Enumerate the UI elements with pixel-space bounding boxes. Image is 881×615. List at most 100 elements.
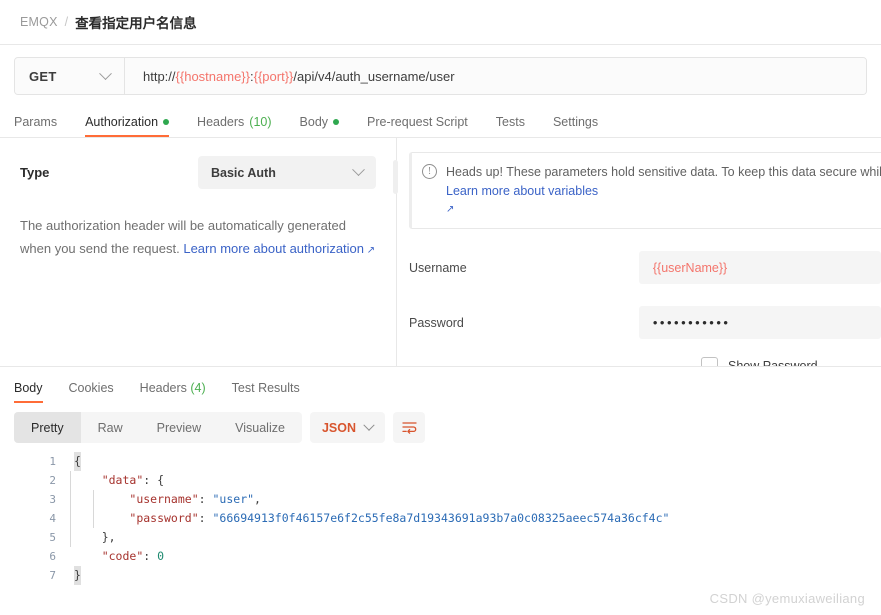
username-input[interactable]: {{userName}} bbox=[638, 251, 881, 285]
json-punctuation: : bbox=[198, 492, 213, 506]
request-tab-label: Settings bbox=[552, 115, 599, 129]
authorization-panel: Type Basic Auth The authorization header… bbox=[0, 138, 881, 366]
request-tab-headers[interactable]: Headers (10) bbox=[183, 115, 285, 137]
code-line: 5 }, bbox=[30, 528, 881, 547]
url-variable-hostname: {{hostname}} bbox=[175, 68, 250, 84]
password-masked-value: ••••••••••• bbox=[652, 315, 731, 331]
request-tab-tests[interactable]: Tests bbox=[482, 115, 539, 137]
code-line: 1{ bbox=[30, 452, 881, 471]
response-tab-headers[interactable]: Headers (4) bbox=[127, 381, 219, 403]
code-line: 7} bbox=[30, 566, 881, 585]
response-format-select[interactable]: JSON bbox=[309, 412, 385, 443]
request-tabs: Params Authorization Headers (10) Body Pre-r… bbox=[0, 105, 881, 138]
line-number: 1 bbox=[49, 455, 56, 468]
show-password-label[interactable]: Show Password bbox=[728, 359, 818, 366]
request-tab-pre-request-script[interactable]: Pre-request Script bbox=[353, 115, 482, 137]
json-key: "code" bbox=[101, 549, 144, 563]
code-line-content bbox=[74, 509, 129, 528]
auth-type-label: Type bbox=[20, 165, 50, 180]
json-punctuation: : bbox=[143, 473, 158, 487]
learn-more-variables-link[interactable]: Learn more about variables bbox=[446, 182, 881, 201]
breadcrumb-separator: / bbox=[64, 15, 69, 29]
json-string: "66694913f0f46157e6f2c55fe8a7d19343691a9… bbox=[212, 511, 670, 525]
json-punctuation: , bbox=[254, 492, 261, 506]
json-number: 0 bbox=[157, 549, 165, 563]
password-input[interactable]: ••••••••••• bbox=[638, 306, 881, 340]
learn-more-authorization-link[interactable]: Learn more about authorization bbox=[183, 241, 364, 256]
chevron-down-icon bbox=[99, 66, 112, 80]
response-view-toolbar: Pretty Raw Preview Visualize JSON bbox=[0, 403, 881, 443]
code-line: 3 "username": "user", bbox=[30, 490, 881, 509]
request-tab-settings[interactable]: Settings bbox=[539, 115, 612, 137]
auth-type-pane: Type Basic Auth The authorization header… bbox=[0, 138, 396, 366]
method-select[interactable]: GET bbox=[15, 58, 125, 94]
code-line: 2 "data": { bbox=[30, 471, 881, 490]
view-option-raw[interactable]: Raw bbox=[81, 412, 140, 443]
request-tab-authorization[interactable]: Authorization bbox=[71, 115, 183, 137]
response-tab-label: Test Results bbox=[231, 381, 300, 395]
url-bar-row: GET http://{{hostname}}: {{port}}/api/v4/… bbox=[0, 45, 881, 105]
indent-guide bbox=[70, 471, 71, 547]
external-link-icon: ↗ bbox=[364, 244, 376, 256]
view-option-visualize[interactable]: Visualize bbox=[218, 412, 302, 443]
response-tab-test-results[interactable]: Test Results bbox=[219, 381, 313, 403]
json-punctuation: : bbox=[143, 549, 158, 563]
watermark: CSDN @yemuxiaweiliang bbox=[709, 591, 865, 606]
show-password-checkbox[interactable] bbox=[701, 357, 718, 366]
response-tab-cookies[interactable]: Cookies bbox=[56, 381, 127, 403]
chevron-down-icon bbox=[363, 419, 375, 431]
url-variable-port: {{port}} bbox=[253, 68, 294, 84]
notice-text-block: Heads up! These parameters hold sensitiv… bbox=[446, 163, 881, 217]
url-input[interactable]: http://{{hostname}}: {{port}}/api/v4/auth… bbox=[125, 58, 866, 94]
auth-helper-text: The authorization header will be automat… bbox=[20, 215, 376, 261]
json-key: "password" bbox=[129, 511, 199, 525]
json-punctuation: { bbox=[157, 473, 165, 487]
request-tab-params[interactable]: Params bbox=[14, 115, 71, 137]
line-number: 3 bbox=[49, 493, 56, 506]
json-brace: } bbox=[74, 566, 81, 585]
password-row: Password ••••••••••• bbox=[409, 306, 881, 340]
request-tab-label: Headers bbox=[197, 115, 245, 129]
line-number: 4 bbox=[49, 512, 56, 525]
sensitive-data-notice: ! Heads up! These parameters hold sensit… bbox=[409, 152, 881, 230]
response-view-segmented: Pretty Raw Preview Visualize bbox=[14, 412, 302, 443]
view-option-preview[interactable]: Preview bbox=[140, 412, 218, 443]
code-line: 4 "password": "66694913f0f46157e6f2c55fe… bbox=[30, 509, 881, 528]
breadcrumb: EMQX / 查看指定用户名信息 bbox=[0, 0, 881, 45]
json-key: "data" bbox=[101, 473, 144, 487]
line-number: 5 bbox=[49, 531, 56, 544]
json-string: "user" bbox=[212, 492, 255, 506]
url-bar: GET http://{{hostname}}: {{port}}/api/v4/… bbox=[14, 57, 867, 95]
modified-indicator-dot bbox=[333, 119, 340, 125]
auth-type-select[interactable]: Basic Auth bbox=[198, 156, 376, 189]
line-number: 7 bbox=[49, 569, 56, 582]
line-number: 6 bbox=[49, 550, 56, 563]
username-row: Username {{userName}} bbox=[409, 251, 881, 285]
username-label: Username bbox=[409, 260, 467, 275]
request-tab-label: Body bbox=[299, 115, 329, 129]
view-option-pretty[interactable]: Pretty bbox=[14, 412, 81, 443]
response-tab-label: Headers bbox=[139, 381, 187, 395]
show-password-row: Show Password bbox=[409, 357, 881, 366]
request-tab-body[interactable]: Body bbox=[286, 115, 354, 137]
response-tab-body[interactable]: Body bbox=[14, 381, 56, 403]
breadcrumb-collection[interactable]: EMQX bbox=[20, 15, 58, 29]
json-brace: { bbox=[74, 452, 81, 471]
code-line-content bbox=[74, 490, 129, 509]
word-wrap-icon bbox=[401, 422, 417, 434]
response-body-code[interactable]: 1{2 "data": {3 "username": "user", 4 "pas… bbox=[0, 452, 881, 585]
external-link-icon: ↗ bbox=[446, 203, 455, 215]
modified-indicator-dot bbox=[163, 119, 170, 125]
response-tab-label: Body bbox=[14, 381, 43, 395]
response-tab-label: Cookies bbox=[68, 381, 114, 395]
json-punctuation: } bbox=[101, 530, 109, 544]
request-tab-label: Params bbox=[14, 115, 58, 129]
word-wrap-button[interactable] bbox=[393, 412, 425, 443]
page-title: 查看指定用户名信息 bbox=[75, 16, 197, 31]
auth-type-row: Type Basic Auth bbox=[20, 156, 376, 189]
request-tab-label: Pre-request Script bbox=[367, 115, 468, 129]
panel-splitter[interactable] bbox=[393, 138, 398, 366]
json-key: "username" bbox=[129, 492, 199, 506]
indent-guide bbox=[93, 490, 94, 528]
url-path: /api/v4/auth_username/user bbox=[293, 68, 455, 84]
